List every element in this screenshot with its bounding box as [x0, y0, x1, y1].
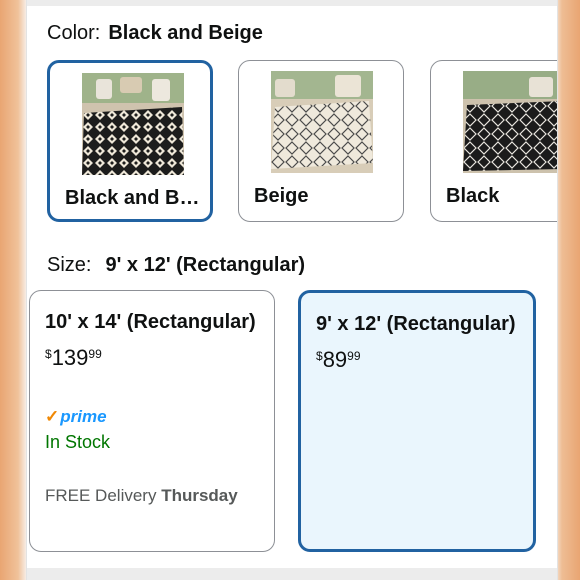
- color-option-black-and-beige[interactable]: Black and B…: [47, 60, 213, 222]
- price: $13999: [45, 345, 102, 371]
- color-option-name: Black: [446, 185, 500, 207]
- color-option-black[interactable]: Black: [430, 60, 557, 222]
- price-fraction: 99: [347, 349, 361, 363]
- rug-thumbnail-black: [463, 71, 557, 173]
- divider: [27, 0, 557, 6]
- rug-thumbnail-black-and-beige: [82, 73, 184, 175]
- delivery-info: FREE Delivery Thursday: [45, 486, 238, 506]
- size-option-10x14[interactable]: 10' x 14' (Rectangular) $13999 ✓prime In…: [29, 290, 275, 552]
- size-option-name: 10' x 14' (Rectangular): [45, 311, 256, 333]
- size-label: Size:: [47, 254, 92, 276]
- divider: [27, 568, 557, 580]
- delivery-prefix: FREE Delivery: [45, 486, 157, 505]
- delivery-day: Thursday: [161, 486, 238, 505]
- color-label-row: Color: Black and Beige: [47, 22, 263, 45]
- color-option-name: Beige: [254, 185, 309, 207]
- price-symbol: $: [316, 349, 323, 363]
- color-option-name: Black and B…: [65, 187, 200, 209]
- prime-check-icon: ✓: [45, 407, 60, 426]
- price-whole: 139: [51, 345, 89, 370]
- price-fraction: 99: [88, 347, 102, 361]
- stock-status: In Stock: [45, 432, 111, 452]
- rug-thumbnail-beige: [271, 71, 373, 173]
- size-label-row: Size: 9' x 12' (Rectangular): [47, 254, 305, 277]
- price: $8999: [316, 347, 361, 373]
- prime-label: prime: [60, 407, 107, 426]
- price-whole: 89: [322, 347, 348, 372]
- price-symbol: $: [45, 347, 52, 361]
- size-option-name: 9' x 12' (Rectangular): [316, 313, 516, 335]
- color-label: Color:: [47, 22, 101, 44]
- color-option-beige[interactable]: Beige: [238, 60, 404, 222]
- size-option-9x12[interactable]: 9' x 12' (Rectangular) $8999: [298, 290, 536, 552]
- color-selected-value: Black and Beige: [108, 22, 263, 44]
- product-variations-panel: Color: Black and Beige Black and B… Beig…: [26, 0, 558, 580]
- size-selected-value: 9' x 12' (Rectangular): [105, 254, 306, 276]
- prime-badge: ✓prime: [45, 407, 107, 427]
